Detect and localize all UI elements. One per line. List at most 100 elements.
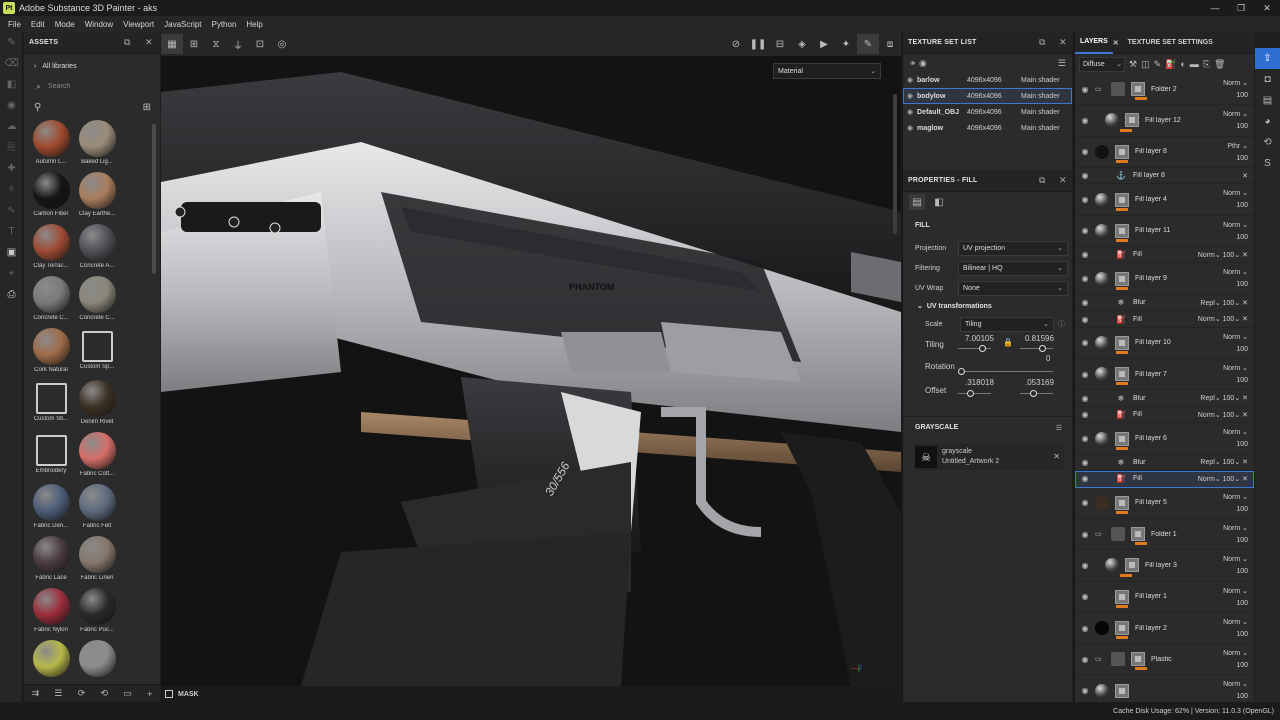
- blend-opacity[interactable]: Norm ⌄ 100: [1223, 220, 1248, 244]
- path-tool-icon[interactable]: ∿: [0, 200, 23, 221]
- link-icon[interactable]: ⚭ ◉: [909, 58, 927, 69]
- layer-row[interactable]: ◉ Fill layer 3 Norm ⌄ 100: [1075, 550, 1254, 582]
- layer-row[interactable]: ◉ Fill layer 4 Norm ⌄ 100: [1075, 184, 1254, 216]
- layer-mask-thumbnail[interactable]: [1131, 82, 1145, 97]
- texture-set-shader[interactable]: Main shader: [1021, 77, 1060, 84]
- menu-javascript[interactable]: JavaScript: [159, 20, 206, 29]
- tiling-x-slider[interactable]: [958, 348, 991, 349]
- add-paint-layer-icon[interactable]: ✎: [1154, 59, 1162, 70]
- layer-mask-thumbnail[interactable]: [1115, 192, 1129, 207]
- layer-mask-thumbnail[interactable]: [1125, 113, 1139, 128]
- brush-mode-icon[interactable]: ✎: [857, 34, 879, 54]
- projection-tool-icon[interactable]: ◧: [0, 74, 23, 95]
- layer-effect-row[interactable]: ◉ ⛽ Fill Norm⌄ 100⌄ ✕: [1075, 407, 1254, 424]
- layer-row[interactable]: ◉ Fill layer 12 Norm ⌄ 100: [1075, 105, 1254, 137]
- menu-python[interactable]: Python: [207, 20, 242, 29]
- menu-file[interactable]: File: [3, 20, 26, 29]
- layer-mask-thumbnail[interactable]: [1115, 683, 1129, 698]
- history-icon[interactable]: ⟲: [1255, 132, 1280, 153]
- layer-mask-thumbnail[interactable]: [1115, 335, 1129, 350]
- viewport-mode-dropdown[interactable]: Material ⌄: [773, 63, 881, 79]
- texture-set-shader[interactable]: Main shader: [1021, 125, 1060, 132]
- add-effect-icon[interactable]: ⚒: [1129, 59, 1137, 70]
- folder-row[interactable]: ◉ ▭ Plastic Norm ⌄ 100: [1075, 644, 1254, 676]
- asset-item[interactable]: Fabric Nylon: [28, 585, 74, 637]
- asset-item[interactable]: [74, 637, 120, 687]
- offset-y-value[interactable]: .053169: [1025, 378, 1054, 387]
- visibility-eye-icon[interactable]: ◉: [907, 76, 917, 84]
- substance-icon[interactable]: S: [1255, 153, 1280, 174]
- display-settings-icon[interactable]: ▤: [1255, 90, 1280, 111]
- layer-row[interactable]: ◉ Norm ⌄ 100: [1075, 675, 1254, 702]
- import-icon[interactable]: ⇉: [32, 688, 40, 699]
- history-icon[interactable]: ⟲: [101, 688, 109, 699]
- visibility-eye-icon[interactable]: ◉: [1075, 624, 1095, 633]
- tiling-x-value[interactable]: 7.00105: [965, 334, 994, 343]
- visibility-eye-icon[interactable]: ◉: [1075, 298, 1095, 307]
- offset-x-value[interactable]: .318018: [965, 378, 994, 387]
- restore-icon[interactable]: ❐: [1228, 0, 1254, 16]
- effect-blend[interactable]: Repl⌄ 100⌄ ✕: [1200, 299, 1248, 307]
- effect-blend[interactable]: Repl⌄ 100⌄ ✕: [1200, 458, 1248, 466]
- visibility-eye-icon[interactable]: ◉: [1075, 592, 1095, 601]
- fill-settings-tab-icon[interactable]: ▤: [909, 194, 925, 210]
- visibility-eye-icon[interactable]: ◉: [1075, 458, 1095, 467]
- layer-effect-row[interactable]: ◉ ⚓ Fill layer 8 ✕: [1075, 168, 1254, 185]
- add-mask-icon[interactable]: ◐: [1180, 59, 1185, 69]
- asset-item[interactable]: Clay Earthe...: [74, 169, 120, 221]
- folder-row[interactable]: ◉ ▭ Folder 2 Norm ⌄ 100: [1075, 74, 1254, 106]
- hide-icon[interactable]: ⊘: [725, 34, 747, 54]
- effect-blend[interactable]: Repl⌄ 100⌄ ✕: [1200, 394, 1248, 402]
- close-panel-icon[interactable]: ✕: [1059, 37, 1067, 48]
- undock-icon[interactable]: ⧉: [1039, 175, 1046, 186]
- effect-blend[interactable]: Norm⌄ 100⌄ ✕: [1198, 475, 1248, 483]
- asset-item[interactable]: Fabric Linen: [74, 533, 120, 585]
- visibility-eye-icon[interactable]: ◉: [1075, 655, 1095, 664]
- layer-mask-thumbnail[interactable]: [1115, 431, 1129, 446]
- projection-dropdown[interactable]: UV projection ⌄: [958, 240, 1068, 256]
- visibility-eye-icon[interactable]: ◉: [1075, 370, 1095, 379]
- texture-set-row[interactable]: ◉ barlow 4096x4096 Main shader: [903, 72, 1072, 88]
- visibility-eye-icon[interactable]: ◉: [1075, 250, 1095, 259]
- texture-set-row[interactable]: ◉ bodylow 4096x4096 Main shader: [903, 88, 1072, 104]
- refresh-icon[interactable]: ⟳: [78, 688, 86, 699]
- add-smart-material-icon[interactable]: ◫: [1141, 59, 1150, 70]
- measure-tool-icon[interactable]: ⌖: [0, 263, 23, 284]
- asset-item[interactable]: Custom Sti...: [28, 377, 74, 429]
- layer-effect-row[interactable]: ◉ ❄ Blur Repl⌄ 100⌄ ✕: [1075, 390, 1254, 407]
- folder-row[interactable]: ◉ ▭ Folder 1 Norm ⌄ 100: [1075, 519, 1254, 551]
- asset-item[interactable]: Fabric Puc...: [74, 585, 120, 637]
- visibility-eye-icon[interactable]: ◉: [907, 108, 917, 116]
- export-icon[interactable]: ⇪: [1255, 48, 1280, 69]
- texture-set-shader[interactable]: Main shader: [1021, 109, 1060, 116]
- asset-item[interactable]: Custom Sp...: [74, 325, 120, 377]
- blend-opacity[interactable]: Norm ⌄ 100: [1223, 523, 1248, 547]
- menu-edit[interactable]: Edit: [26, 20, 50, 29]
- remove-effect-icon[interactable]: ✕: [1242, 172, 1248, 180]
- menu-window[interactable]: Window: [80, 20, 118, 29]
- blend-opacity[interactable]: Pthr ⌄ 100: [1227, 141, 1248, 165]
- visibility-eye-icon[interactable]: ◉: [1075, 338, 1095, 347]
- visibility-eye-icon[interactable]: ◉: [1075, 561, 1095, 570]
- channel-dropdown[interactable]: Diffuse ⌄: [1079, 56, 1125, 72]
- camera-icon[interactable]: ▶: [813, 34, 835, 54]
- grid-toggle-icon[interactable]: ▦: [161, 34, 183, 54]
- layer-mask-thumbnail[interactable]: [1115, 271, 1129, 286]
- material-picker-icon[interactable]: ✧: [0, 179, 23, 200]
- undock-icon[interactable]: ⧉: [124, 37, 131, 48]
- mask-checkbox[interactable]: [165, 690, 173, 698]
- effect-blend[interactable]: Norm⌄ 100⌄ ✕: [1198, 315, 1248, 323]
- viewport-scrollbar[interactable]: [893, 94, 897, 234]
- layer-row[interactable]: ◉ Fill layer 2 Norm ⌄ 100: [1075, 613, 1254, 645]
- visibility-eye-icon[interactable]: ◉: [1075, 226, 1095, 235]
- layer-mask-thumbnail[interactable]: [1115, 367, 1129, 382]
- asset-item[interactable]: Concrete C...: [74, 273, 120, 325]
- asset-item[interactable]: Clay Terrac...: [28, 221, 74, 273]
- layer-effect-row[interactable]: ◉ ⛽ Fill Norm⌄ 100⌄ ✕: [1075, 311, 1254, 328]
- geometry-fill-icon[interactable]: ◉: [0, 95, 23, 116]
- layer-row[interactable]: ◉ Fill layer 10 Norm ⌄ 100: [1075, 328, 1254, 360]
- asset-item[interactable]: Fabric Cott...: [74, 429, 120, 481]
- asset-item[interactable]: Autumn L...: [28, 117, 74, 169]
- texture-set-shader[interactable]: Main shader: [1021, 93, 1060, 100]
- asset-item[interactable]: Fabric Den...: [28, 481, 74, 533]
